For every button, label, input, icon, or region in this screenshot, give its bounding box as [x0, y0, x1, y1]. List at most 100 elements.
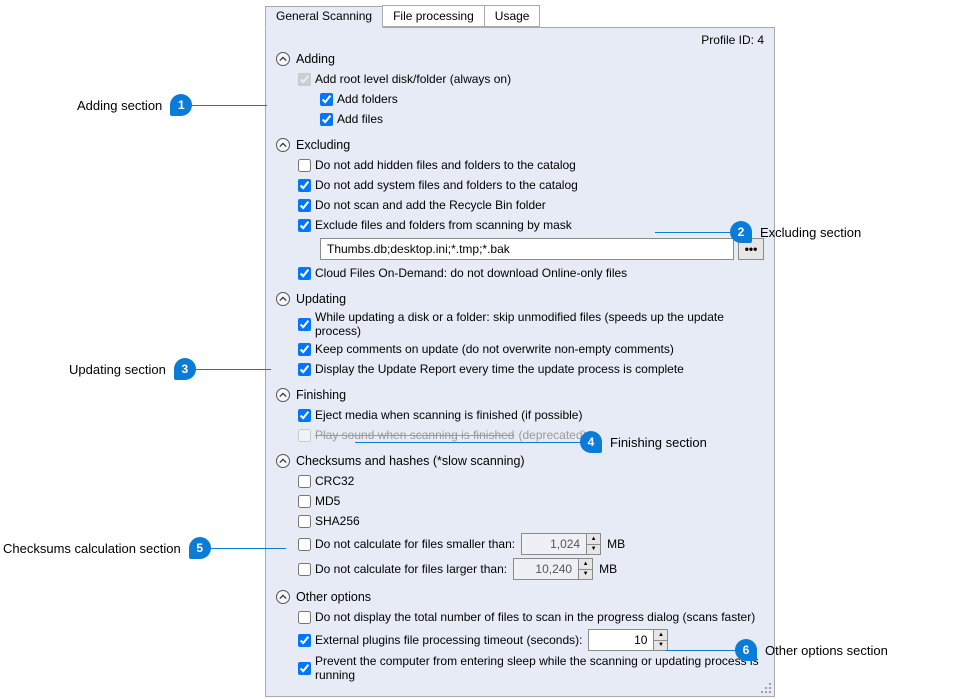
section-title: Finishing — [296, 388, 346, 402]
lbl-crc32: CRC32 — [315, 474, 354, 488]
chk-add-root[interactable] — [298, 73, 311, 86]
num-larger-wrap: ▲▼ — [513, 558, 593, 580]
callout-text: Finishing section — [610, 435, 707, 450]
lbl-recycle: Do not scan and add the Recycle Bin fold… — [315, 198, 546, 212]
tab-usage[interactable]: Usage — [484, 5, 541, 27]
lbl-mask: Exclude files and folders from scanning … — [315, 218, 572, 232]
lbl-report: Display the Update Report every time the… — [315, 362, 684, 376]
lbl-eject: Eject media when scanning is finished (i… — [315, 408, 582, 422]
callout-connector — [355, 442, 580, 443]
tab-file-processing[interactable]: File processing — [382, 5, 485, 27]
section-adding: Add root level disk/folder (always on) A… — [298, 70, 764, 128]
chk-add-folders[interactable] — [320, 93, 333, 106]
callout-bubble: 4 — [580, 431, 602, 453]
callout-6: Other options section 6 — [735, 639, 888, 661]
callout-connector — [655, 232, 730, 233]
callout-4: Finishing section 4 — [580, 431, 707, 453]
lbl-smaller: Do not calculate for files smaller than: — [315, 537, 515, 551]
chk-hidden[interactable] — [298, 159, 311, 172]
chk-system[interactable] — [298, 179, 311, 192]
callout-bubble: 2 — [730, 221, 752, 243]
resize-grip-icon[interactable] — [760, 682, 772, 694]
lbl-sleep: Prevent the computer from entering sleep… — [315, 654, 764, 682]
spin-down[interactable]: ▼ — [587, 545, 600, 555]
section-header-updating[interactable]: Updating — [276, 292, 764, 306]
lbl-add-folders: Add folders — [337, 92, 398, 106]
chevron-up-icon — [276, 454, 290, 468]
section-other: Do not display the total number of files… — [298, 608, 764, 682]
section-header-adding[interactable]: Adding — [276, 52, 764, 66]
callout-text: Adding section — [77, 98, 162, 113]
spin-up[interactable]: ▲ — [587, 534, 600, 545]
chk-total[interactable] — [298, 611, 311, 624]
chk-mask[interactable] — [298, 219, 311, 232]
chevron-up-icon — [276, 138, 290, 152]
section-header-excluding[interactable]: Excluding — [276, 138, 764, 152]
lbl-md5: MD5 — [315, 494, 340, 508]
chk-report[interactable] — [298, 363, 311, 376]
callout-3: Updating section 3 — [69, 358, 271, 380]
num-smaller-input[interactable] — [522, 534, 586, 554]
chk-md5[interactable] — [298, 495, 311, 508]
tab-content: Profile ID: 4 Adding Add root level disk… — [265, 27, 775, 697]
lbl-sha256: SHA256 — [315, 514, 360, 528]
callout-bubble: 5 — [189, 537, 211, 559]
callout-connector — [665, 650, 735, 651]
chk-timeout[interactable] — [298, 634, 311, 647]
chk-keep[interactable] — [298, 343, 311, 356]
lbl-add-root: Add root level disk/folder (always on) — [315, 72, 511, 86]
settings-panel: General Scanning File processing Usage P… — [265, 5, 775, 697]
callout-text: Excluding section — [760, 225, 861, 240]
callout-1: Adding section 1 — [77, 94, 267, 116]
section-title: Other options — [296, 590, 371, 604]
tab-strip: General Scanning File processing Usage — [265, 5, 775, 27]
num-smaller-wrap: ▲▼ — [521, 533, 601, 555]
callout-text: Updating section — [69, 362, 166, 377]
chk-sha256[interactable] — [298, 515, 311, 528]
spin-down[interactable]: ▼ — [579, 570, 592, 580]
unit-mb: MB — [599, 562, 617, 576]
callout-connector — [196, 369, 271, 370]
section-title: Checksums and hashes (*slow scanning) — [296, 454, 525, 468]
callout-bubble: 3 — [174, 358, 196, 380]
lbl-add-files: Add files — [337, 112, 383, 126]
chk-eject[interactable] — [298, 409, 311, 422]
chevron-up-icon — [276, 292, 290, 306]
chk-crc32[interactable] — [298, 475, 311, 488]
chevron-up-icon — [276, 590, 290, 604]
lbl-skip: While updating a disk or a folder: skip … — [315, 310, 764, 338]
lbl-keep: Keep comments on update (do not overwrit… — [315, 342, 674, 356]
chk-sleep[interactable] — [298, 662, 311, 675]
spin-up[interactable]: ▲ — [579, 559, 592, 570]
callout-text: Other options section — [765, 643, 888, 658]
section-header-checksums[interactable]: Checksums and hashes (*slow scanning) — [276, 454, 764, 468]
chk-smaller[interactable] — [298, 538, 311, 551]
num-timeout-input[interactable] — [589, 630, 653, 650]
chk-cloud[interactable] — [298, 267, 311, 280]
spin-up[interactable]: ▲ — [654, 630, 667, 641]
chk-larger[interactable] — [298, 563, 311, 576]
chk-skip[interactable] — [298, 318, 311, 331]
unit-mb: MB — [607, 537, 625, 551]
section-header-other[interactable]: Other options — [276, 590, 764, 604]
lbl-hidden: Do not add hidden files and folders to t… — [315, 158, 576, 172]
callout-bubble: 6 — [735, 639, 757, 661]
profile-id-label: Profile ID: 4 — [701, 33, 764, 47]
callout-connector — [211, 548, 286, 549]
callout-connector — [192, 105, 267, 106]
section-checksums: CRC32 MD5 SHA256 Do not calculate for fi… — [298, 472, 764, 580]
section-header-finishing[interactable]: Finishing — [276, 388, 764, 402]
num-larger-input[interactable] — [514, 559, 578, 579]
chk-sound — [298, 429, 311, 442]
chk-recycle[interactable] — [298, 199, 311, 212]
tab-general-scanning[interactable]: General Scanning — [265, 6, 383, 28]
mask-input[interactable] — [320, 238, 734, 260]
callout-5: Checksums calculation section 5 — [3, 537, 286, 559]
section-title: Adding — [296, 52, 335, 66]
lbl-timeout: External plugins file processing timeout… — [315, 633, 582, 647]
section-title: Excluding — [296, 138, 350, 152]
callout-text: Checksums calculation section — [3, 541, 181, 556]
chk-add-files[interactable] — [320, 113, 333, 126]
chevron-up-icon — [276, 52, 290, 66]
section-excluding: Do not add hidden files and folders to t… — [298, 156, 764, 282]
